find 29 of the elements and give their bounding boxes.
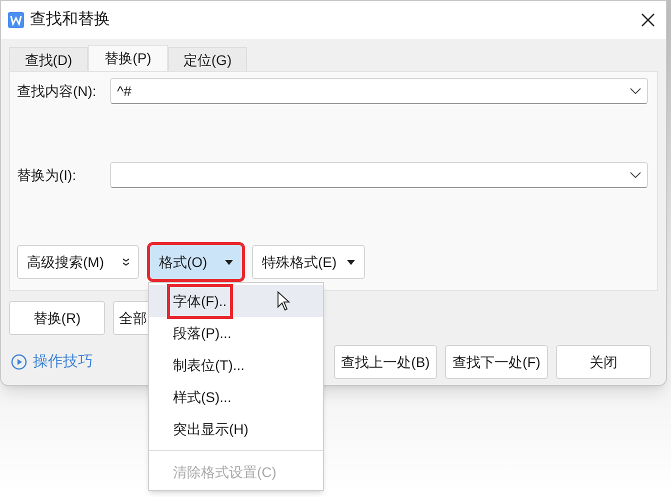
caret-icon — [225, 260, 233, 264]
format-option-button[interactable]: 特殊格式(E) — [252, 245, 365, 279]
menu-item[interactable]: 字体(F).. — [149, 285, 323, 317]
menu-item[interactable]: 突出显示(H) — [149, 413, 323, 445]
dialog-button[interactable]: 关闭 — [556, 345, 651, 379]
app-logo-icon — [8, 12, 24, 28]
action-button[interactable]: 替换(R) — [9, 301, 105, 335]
dialog-button[interactable]: 查找上一处(B) — [334, 345, 437, 379]
field-label: 替换为(I): — [17, 166, 78, 185]
window-title: 查找和替换 — [30, 10, 110, 30]
field-label: 查找内容(N): — [17, 82, 98, 101]
format-option-button[interactable]: 高级搜索(M) — [17, 245, 139, 279]
tab[interactable]: 查找(D) — [9, 47, 88, 73]
combo-box[interactable] — [110, 162, 648, 188]
tab[interactable]: 定位(G) — [168, 47, 247, 73]
mouse-pointer-icon — [277, 291, 291, 311]
chevron-down-icon — [630, 172, 641, 178]
menu-item[interactable]: 段落(P)... — [149, 317, 323, 349]
menu-item[interactable]: 样式(S)... — [149, 381, 323, 413]
combo-box[interactable]: ^# — [110, 78, 648, 104]
close-icon[interactable] — [641, 13, 655, 27]
dialog-button[interactable]: 查找下一处(F) — [445, 345, 548, 379]
format-option-button[interactable]: 格式(O) — [150, 245, 242, 279]
play-circle-icon — [11, 354, 27, 370]
chevron-down-icon — [630, 88, 641, 94]
menu-item[interactable]: 制表位(T)... — [149, 349, 323, 381]
expand-icon — [123, 258, 129, 266]
caret-icon — [346, 260, 355, 264]
tab[interactable]: 替换(P) — [88, 45, 168, 71]
